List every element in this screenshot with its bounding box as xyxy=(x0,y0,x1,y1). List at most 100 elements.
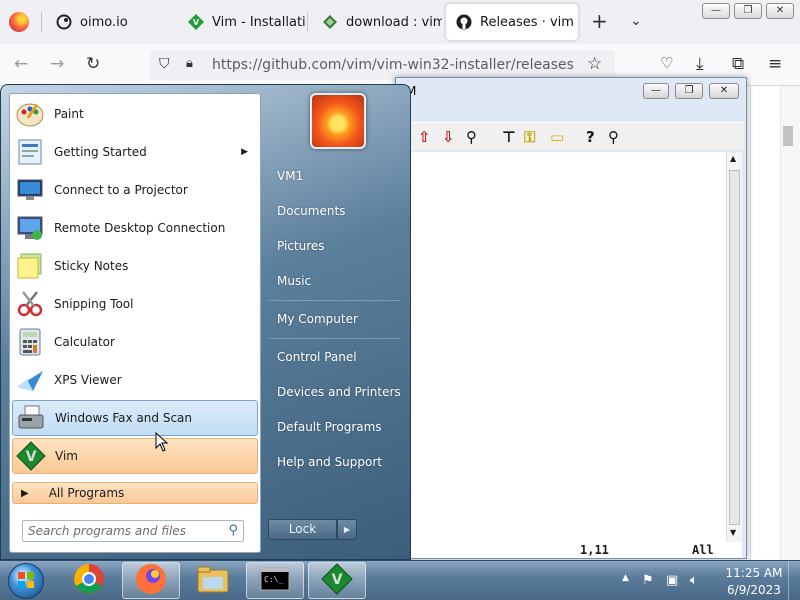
download-arrow-icon[interactable]: ⤓ xyxy=(696,54,704,74)
show-desktop-button[interactable] xyxy=(788,561,800,600)
action-center-icon[interactable]: ⚑ xyxy=(642,573,654,588)
run-script-icon[interactable]: ⚲ xyxy=(466,128,477,146)
tab-download-vim[interactable]: download : vim xyxy=(312,4,442,40)
lock-icon[interactable]: 🔒︎ xyxy=(186,56,193,71)
taskbar-chrome[interactable] xyxy=(60,562,118,599)
places-divider xyxy=(269,338,401,339)
svg-text:V: V xyxy=(332,572,343,588)
vim-window: M — ❐ ✕ ⇧ ⇩ ⚲ ⊤ ⚿ ▭ ? ⚲ ▲ ▼ 1,11 All xyxy=(395,77,747,559)
back-icon[interactable]: ← xyxy=(14,54,28,74)
program-getting-started[interactable]: Getting Started ▶ xyxy=(12,134,258,170)
program-windows-fax-scan[interactable]: Windows Fax and Scan xyxy=(12,400,258,436)
program-label: Calculator xyxy=(54,335,115,349)
svg-text:C:\_: C:\_ xyxy=(264,575,283,584)
program-remote-desktop[interactable]: Remote Desktop Connection xyxy=(12,210,258,246)
maximize-icon[interactable]: ❐ xyxy=(734,3,762,19)
tab-separator xyxy=(307,12,308,32)
vim-icon: V xyxy=(321,563,353,598)
vim-status-line: 1,11 All xyxy=(404,542,742,558)
find-help-icon[interactable]: ⚲ xyxy=(608,128,619,146)
search-input[interactable] xyxy=(28,523,218,539)
load-session-icon[interactable]: ⇧ xyxy=(418,128,431,146)
url-text[interactable]: https://github.com/vim/vim-win32-install… xyxy=(212,57,574,73)
save-session-icon[interactable]: ⇩ xyxy=(442,128,455,146)
menu-icon[interactable]: ≡ xyxy=(768,54,782,74)
vim-close-icon[interactable]: ✕ xyxy=(709,83,739,99)
network-icon[interactable]: ▣ xyxy=(666,573,678,588)
program-label: XPS Viewer xyxy=(54,373,122,387)
make-icon[interactable]: ⊤ xyxy=(502,128,516,146)
vim-scroll-thumb[interactable] xyxy=(729,170,740,525)
extensions-icon[interactable]: ⧉ xyxy=(732,54,744,74)
clock-date[interactable]: 6/9/2023 xyxy=(724,583,784,597)
forward-icon[interactable]: → xyxy=(50,54,64,74)
shutdown-options-icon[interactable]: ▶ xyxy=(337,519,357,540)
vim-toolbar: ⇧ ⇩ ⚲ ⊤ ⚿ ▭ ? ⚲ xyxy=(404,122,744,150)
reload-icon[interactable]: ↻ xyxy=(86,54,100,74)
start-search-box[interactable]: ⚲ xyxy=(22,520,244,542)
taskbar-cmd[interactable]: C:\_ xyxy=(246,562,304,599)
tab-label: Vim - Installation xyxy=(212,14,306,30)
place-control-panel[interactable]: Control Panel xyxy=(277,350,357,364)
ctags-icon[interactable]: ⚿ xyxy=(524,128,535,146)
scroll-up-icon[interactable]: ▲ xyxy=(730,154,736,163)
url-bar[interactable]: ⛉ 🔒︎ https://github.com/vim/vim-win32-in… xyxy=(150,50,615,80)
program-vim[interactable]: V Vim xyxy=(12,438,258,474)
place-pictures[interactable]: Pictures xyxy=(277,239,325,253)
download-icon xyxy=(322,14,338,30)
page-scroll-thumb[interactable] xyxy=(783,126,793,146)
taskbar-firefox[interactable] xyxy=(122,562,180,599)
user-picture[interactable] xyxy=(310,93,366,149)
xps-viewer-icon xyxy=(14,364,46,396)
lock-button[interactable]: Lock xyxy=(268,519,337,540)
scroll-down-icon[interactable]: ▼ xyxy=(730,528,736,537)
volume-muted-icon[interactable]: 🔈︎ xyxy=(690,573,698,588)
place-default-programs[interactable]: Default Programs xyxy=(277,420,382,434)
start-button[interactable] xyxy=(8,563,44,599)
program-label: Sticky Notes xyxy=(54,259,129,273)
program-xps-viewer[interactable]: XPS Viewer xyxy=(12,362,258,398)
search-icon[interactable]: ⚲ xyxy=(228,523,238,538)
chrome-icon xyxy=(73,563,105,598)
bookmark-star-icon[interactable]: ☆ xyxy=(587,54,602,74)
page-scrollbar[interactable] xyxy=(780,86,800,560)
show-hidden-icons-icon[interactable]: ▲ xyxy=(622,573,629,583)
taskbar: C:\_ V ▲ ⚑ ▣ 🔈︎ 11:25 AM 6/9/2023 xyxy=(0,560,800,600)
tab-releases[interactable]: Releases · vim ✕ xyxy=(446,4,578,40)
program-paint[interactable]: Paint xyxy=(12,96,258,132)
shield-icon[interactable]: ⛉ xyxy=(159,56,170,72)
program-snipping-tool[interactable]: Snipping Tool xyxy=(12,286,258,322)
all-programs-button[interactable]: ▶ All Programs xyxy=(12,482,258,504)
vim-text-area[interactable] xyxy=(404,152,726,542)
jump-tag-icon[interactable]: ▭ xyxy=(550,128,564,146)
program-label: Getting Started xyxy=(54,145,147,159)
place-documents[interactable]: Documents xyxy=(277,204,345,218)
program-calculator[interactable]: Calculator xyxy=(12,324,258,360)
new-tab-icon[interactable]: + xyxy=(591,9,608,33)
help-icon[interactable]: ? xyxy=(586,128,595,146)
cmd-icon: C:\_ xyxy=(260,567,290,594)
calculator-icon xyxy=(14,326,46,358)
place-music[interactable]: Music xyxy=(277,274,311,288)
clock-time[interactable]: 11:25 AM xyxy=(724,566,784,580)
minimize-icon[interactable]: — xyxy=(702,3,730,19)
taskbar-explorer[interactable] xyxy=(184,562,242,599)
firefox-menu-icon[interactable] xyxy=(9,12,29,32)
taskbar-vim[interactable]: V xyxy=(308,562,366,599)
vim-minimize-icon[interactable]: — xyxy=(643,83,669,99)
tab-oimo[interactable]: oimo.io xyxy=(46,4,176,40)
vim-maximize-icon[interactable]: ❐ xyxy=(675,83,703,99)
sticky-notes-icon xyxy=(14,250,46,282)
place-user[interactable]: VM1 xyxy=(277,169,303,183)
place-help-support[interactable]: Help and Support xyxy=(277,455,382,469)
fax-scan-icon xyxy=(15,402,47,434)
vim-scrollbar[interactable]: ▲ ▼ xyxy=(726,152,742,542)
place-my-computer[interactable]: My Computer xyxy=(277,312,358,326)
list-tabs-icon[interactable]: ⌄ xyxy=(630,13,642,29)
tab-vim-installation[interactable]: V Vim - Installation xyxy=(178,4,306,40)
program-sticky-notes[interactable]: Sticky Notes xyxy=(12,248,258,284)
place-devices-printers[interactable]: Devices and Printers xyxy=(277,385,401,399)
close-icon[interactable]: ✕ xyxy=(766,3,794,19)
pocket-icon[interactable]: ♡ xyxy=(660,54,673,72)
program-connect-projector[interactable]: Connect to a Projector xyxy=(12,172,258,208)
